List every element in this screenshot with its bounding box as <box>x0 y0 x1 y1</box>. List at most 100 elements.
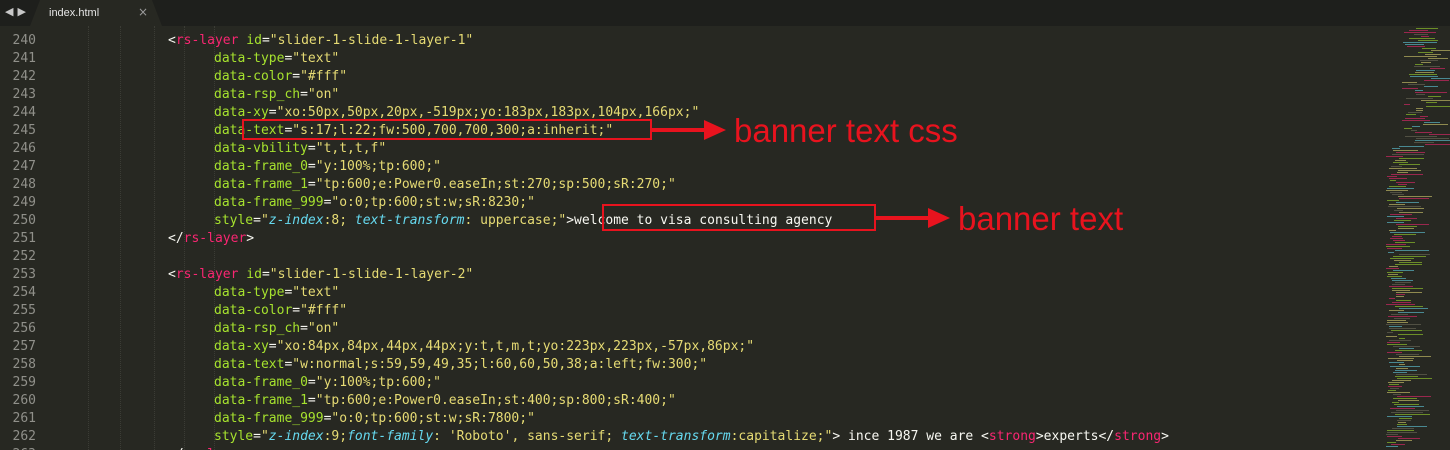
code-token: = <box>253 429 261 444</box>
close-tab-icon[interactable]: × <box>138 5 148 19</box>
minimap-line <box>1411 130 1417 131</box>
minimap-line <box>1399 212 1423 213</box>
tab-index-html[interactable]: index.html × <box>30 0 162 26</box>
code-token: data-frame_1 <box>214 177 308 192</box>
minimap-line <box>1396 152 1425 153</box>
code-line[interactable]: </rs-layer> <box>168 446 254 450</box>
minimap-line <box>1398 438 1420 439</box>
code-line[interactable]: </rs-layer> <box>168 230 254 248</box>
code-line[interactable]: <rs-layer id="slider-1-slide-1-layer-1" <box>168 32 473 50</box>
tab-bar: ◀ ▶ index.html × <box>0 0 1450 26</box>
code-line[interactable]: data-color="#fff" <box>214 302 347 320</box>
minimap-line <box>1391 278 1406 279</box>
minimap-line <box>1399 198 1429 199</box>
code-line[interactable]: data-xy="xo:84px,84px,44px,44px;y:t,t,m,… <box>214 338 754 356</box>
minimap-line <box>1387 332 1393 333</box>
minimap-line <box>1398 422 1406 423</box>
minimap-line <box>1405 44 1424 45</box>
minimap-line <box>1394 220 1411 221</box>
code-token: = <box>307 177 316 192</box>
indent-guide <box>154 26 155 450</box>
minimap-line <box>1394 210 1403 211</box>
code-token: >experts</ <box>1035 429 1115 444</box>
code-token: id <box>246 267 262 282</box>
line-number: 244 <box>12 105 36 120</box>
tab-title: index.html <box>49 7 100 19</box>
code-token: data-frame_0 <box>214 159 308 174</box>
minimap-line <box>1392 302 1411 303</box>
code-line[interactable]: data-type="text" <box>214 284 339 302</box>
minimap-line <box>1399 146 1424 147</box>
minimap-line <box>1396 218 1417 219</box>
minimap-line <box>1391 444 1405 445</box>
code-editor[interactable]: 240 241 242 243 244 245 246 247 248 249 250 251 252 2… <box>0 26 1382 450</box>
minimap-line <box>1389 286 1413 287</box>
code-token: : uppercase;" <box>464 213 567 228</box>
code-line[interactable]: data-color="#fff" <box>214 68 347 86</box>
code-line[interactable]: data-vbility="t,t,t,f" <box>214 140 386 158</box>
minimap-line <box>1392 380 1411 381</box>
minimap-line <box>1416 138 1449 139</box>
line-number-gutter: 240 241 242 243 244 245 246 247 248 249 250 251 252 2… <box>0 26 58 450</box>
code-line[interactable]: data-text="w:normal;s:59,59,49,35;l:60,6… <box>214 356 707 374</box>
minimap-line <box>1387 188 1414 189</box>
minimap-line <box>1420 116 1428 117</box>
code-token: data-frame_999 <box>214 195 324 210</box>
code-line[interactable]: data-frame_0="y:100%;tp:600;" <box>214 374 441 392</box>
minimap-line <box>1424 122 1440 123</box>
minimap-line <box>1392 236 1402 237</box>
minimap-line <box>1389 186 1406 187</box>
minimap-line <box>1392 194 1404 195</box>
code-line[interactable]: data-frame_0="y:100%;tp:600;" <box>214 158 441 176</box>
code-line[interactable]: data-type="text" <box>214 50 339 68</box>
code-line[interactable]: data-rsp_ch="on" <box>214 320 339 338</box>
minimap-line <box>1395 264 1422 265</box>
minimap-line <box>1396 440 1412 441</box>
code-token: = <box>253 213 261 228</box>
code-token: :8; <box>323 213 355 228</box>
minimap-line <box>1398 170 1421 171</box>
indent-guide <box>120 26 121 450</box>
minimap-line <box>1393 162 1408 163</box>
code-line[interactable]: data-frame_999="o:0;tp:600;st:w;sR:7800;… <box>214 410 535 428</box>
code-line[interactable]: data-frame_1="tp:600;e:Power0.easeIn;st:… <box>214 392 676 410</box>
code-area[interactable]: <rs-layer id="slider-1-slide-1-layer-1" d… <box>58 26 1382 450</box>
minimap-line <box>1406 114 1416 115</box>
minimap-line <box>1430 68 1445 69</box>
minimap-line <box>1387 216 1404 217</box>
minimap-line <box>1387 222 1404 223</box>
minimap-line <box>1386 268 1399 269</box>
code-line[interactable]: data-rsp_ch="on" <box>214 86 339 104</box>
code-token: "text" <box>292 285 340 300</box>
minimap-line <box>1398 184 1407 185</box>
code-token: data-xy <box>214 339 269 354</box>
minimap-line <box>1415 72 1434 73</box>
minimap-line <box>1387 432 1417 433</box>
highlight-box-banner-text <box>602 204 876 231</box>
minimap-line <box>1396 300 1411 301</box>
code-line[interactable]: style="z-index:9;font-family: 'Roboto', … <box>214 428 1169 446</box>
minimap[interactable] <box>1382 26 1450 450</box>
minimap-line <box>1395 376 1418 377</box>
code-line[interactable]: data-frame_1="tp:600;e:Power0.easeIn;st:… <box>214 176 676 194</box>
minimap-line <box>1388 358 1414 359</box>
code-token: "w:normal;s:59,59,49,35;l:60,60,50,38;a:… <box>292 357 708 372</box>
minimap-line <box>1386 324 1421 325</box>
code-token: = <box>268 105 277 120</box>
minimap-line <box>1387 416 1412 417</box>
minimap-line <box>1393 398 1417 399</box>
next-tab-icon[interactable]: ▶ <box>17 4 25 20</box>
highlight-box-banner-css <box>242 119 652 140</box>
code-line[interactable]: data-frame_999="o:0;tp:600;st:w;sR:8230;… <box>214 194 535 212</box>
minimap-line <box>1389 298 1395 299</box>
code-line[interactable]: <rs-layer id="slider-1-slide-1-layer-2" <box>168 266 473 284</box>
previous-tab-icon[interactable]: ◀ <box>5 4 13 20</box>
minimap-line <box>1386 446 1398 447</box>
minimap-line <box>1396 294 1405 295</box>
minimap-line <box>1428 58 1448 59</box>
minimap-line <box>1404 128 1412 129</box>
code-token: "xo:50px,50px,20px,-519px;yo:183px,183px… <box>276 105 700 120</box>
minimap-line <box>1386 304 1415 305</box>
minimap-line <box>1399 164 1420 165</box>
minimap-line <box>1399 338 1405 339</box>
